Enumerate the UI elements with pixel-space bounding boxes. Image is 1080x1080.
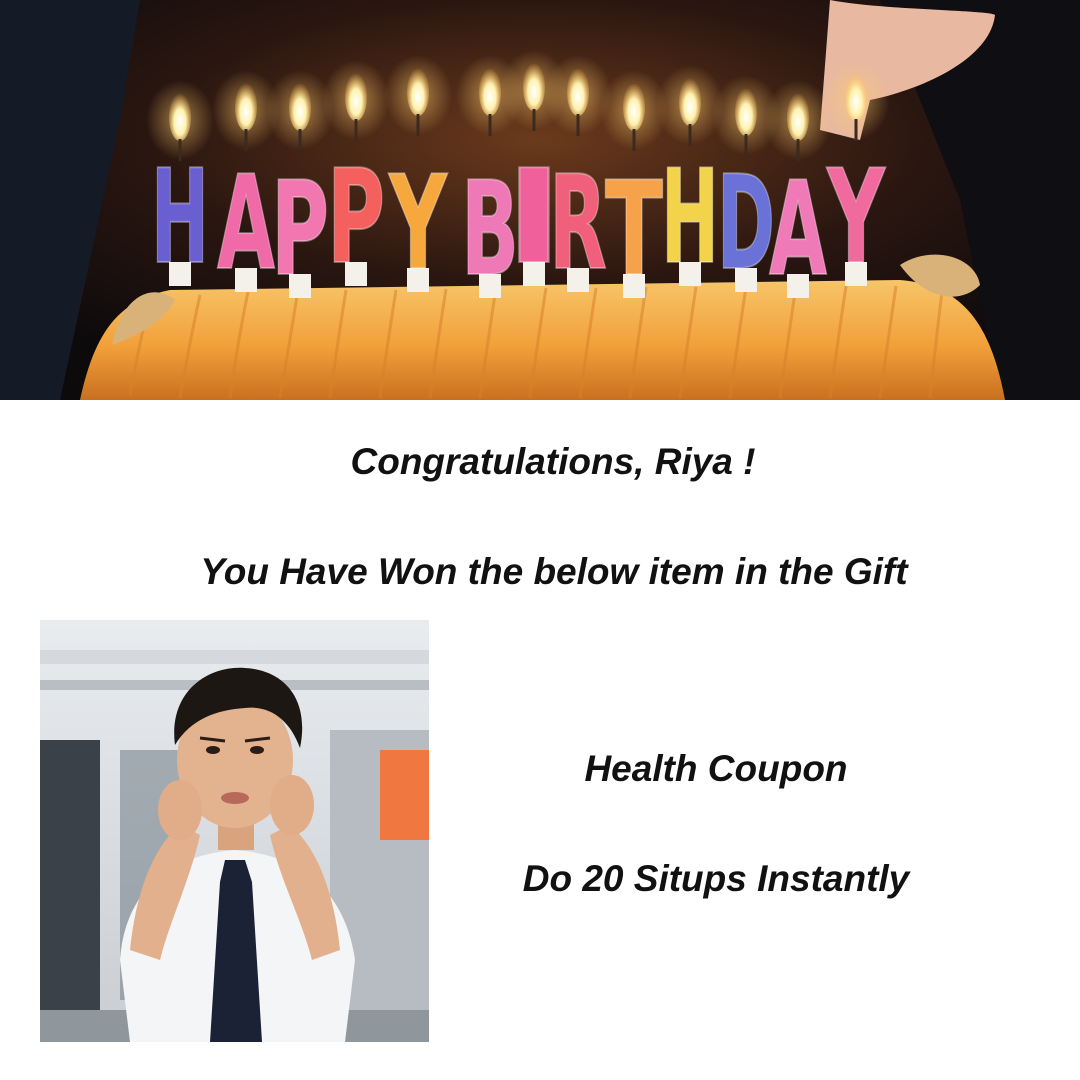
- candle-letter: T: [605, 153, 663, 305]
- candle-letter: A: [217, 147, 275, 299]
- candle-4: P: [322, 60, 390, 294]
- candle-letter: A: [769, 153, 827, 305]
- candle-8: R: [544, 55, 612, 300]
- candle-letter: H: [661, 141, 719, 293]
- gift-won-subtitle: You Have Won the below item in the Gift: [200, 551, 908, 592]
- birthday-cake-image: H APP Y BIRTHDAY: [0, 0, 1080, 400]
- candle-10: H: [656, 65, 724, 294]
- birthday-cake-banner: HAPPYBIRTHDAY: [0, 0, 1080, 400]
- candle-1: H: [146, 80, 214, 294]
- candle-letter: P: [327, 141, 385, 293]
- gift-title: Health Coupon: [584, 748, 848, 789]
- candle-letter: H: [151, 141, 209, 293]
- candle-letter: D: [717, 147, 775, 299]
- candle-12: A: [764, 80, 832, 306]
- gift-description: Do 20 Situps Instantly: [522, 858, 910, 899]
- boy-plugging-ears-image: [40, 620, 429, 1042]
- candle-5: Y: [384, 55, 452, 300]
- candle-letter: Y: [388, 147, 448, 299]
- candle-letter: R: [549, 147, 607, 299]
- candle-letter: Y: [826, 141, 886, 293]
- boy-photo: [40, 620, 429, 1042]
- candle-13: Y: [822, 60, 890, 294]
- congratulations-heading: Congratulations, Riya !: [350, 441, 756, 482]
- candle-letter: P: [271, 153, 329, 305]
